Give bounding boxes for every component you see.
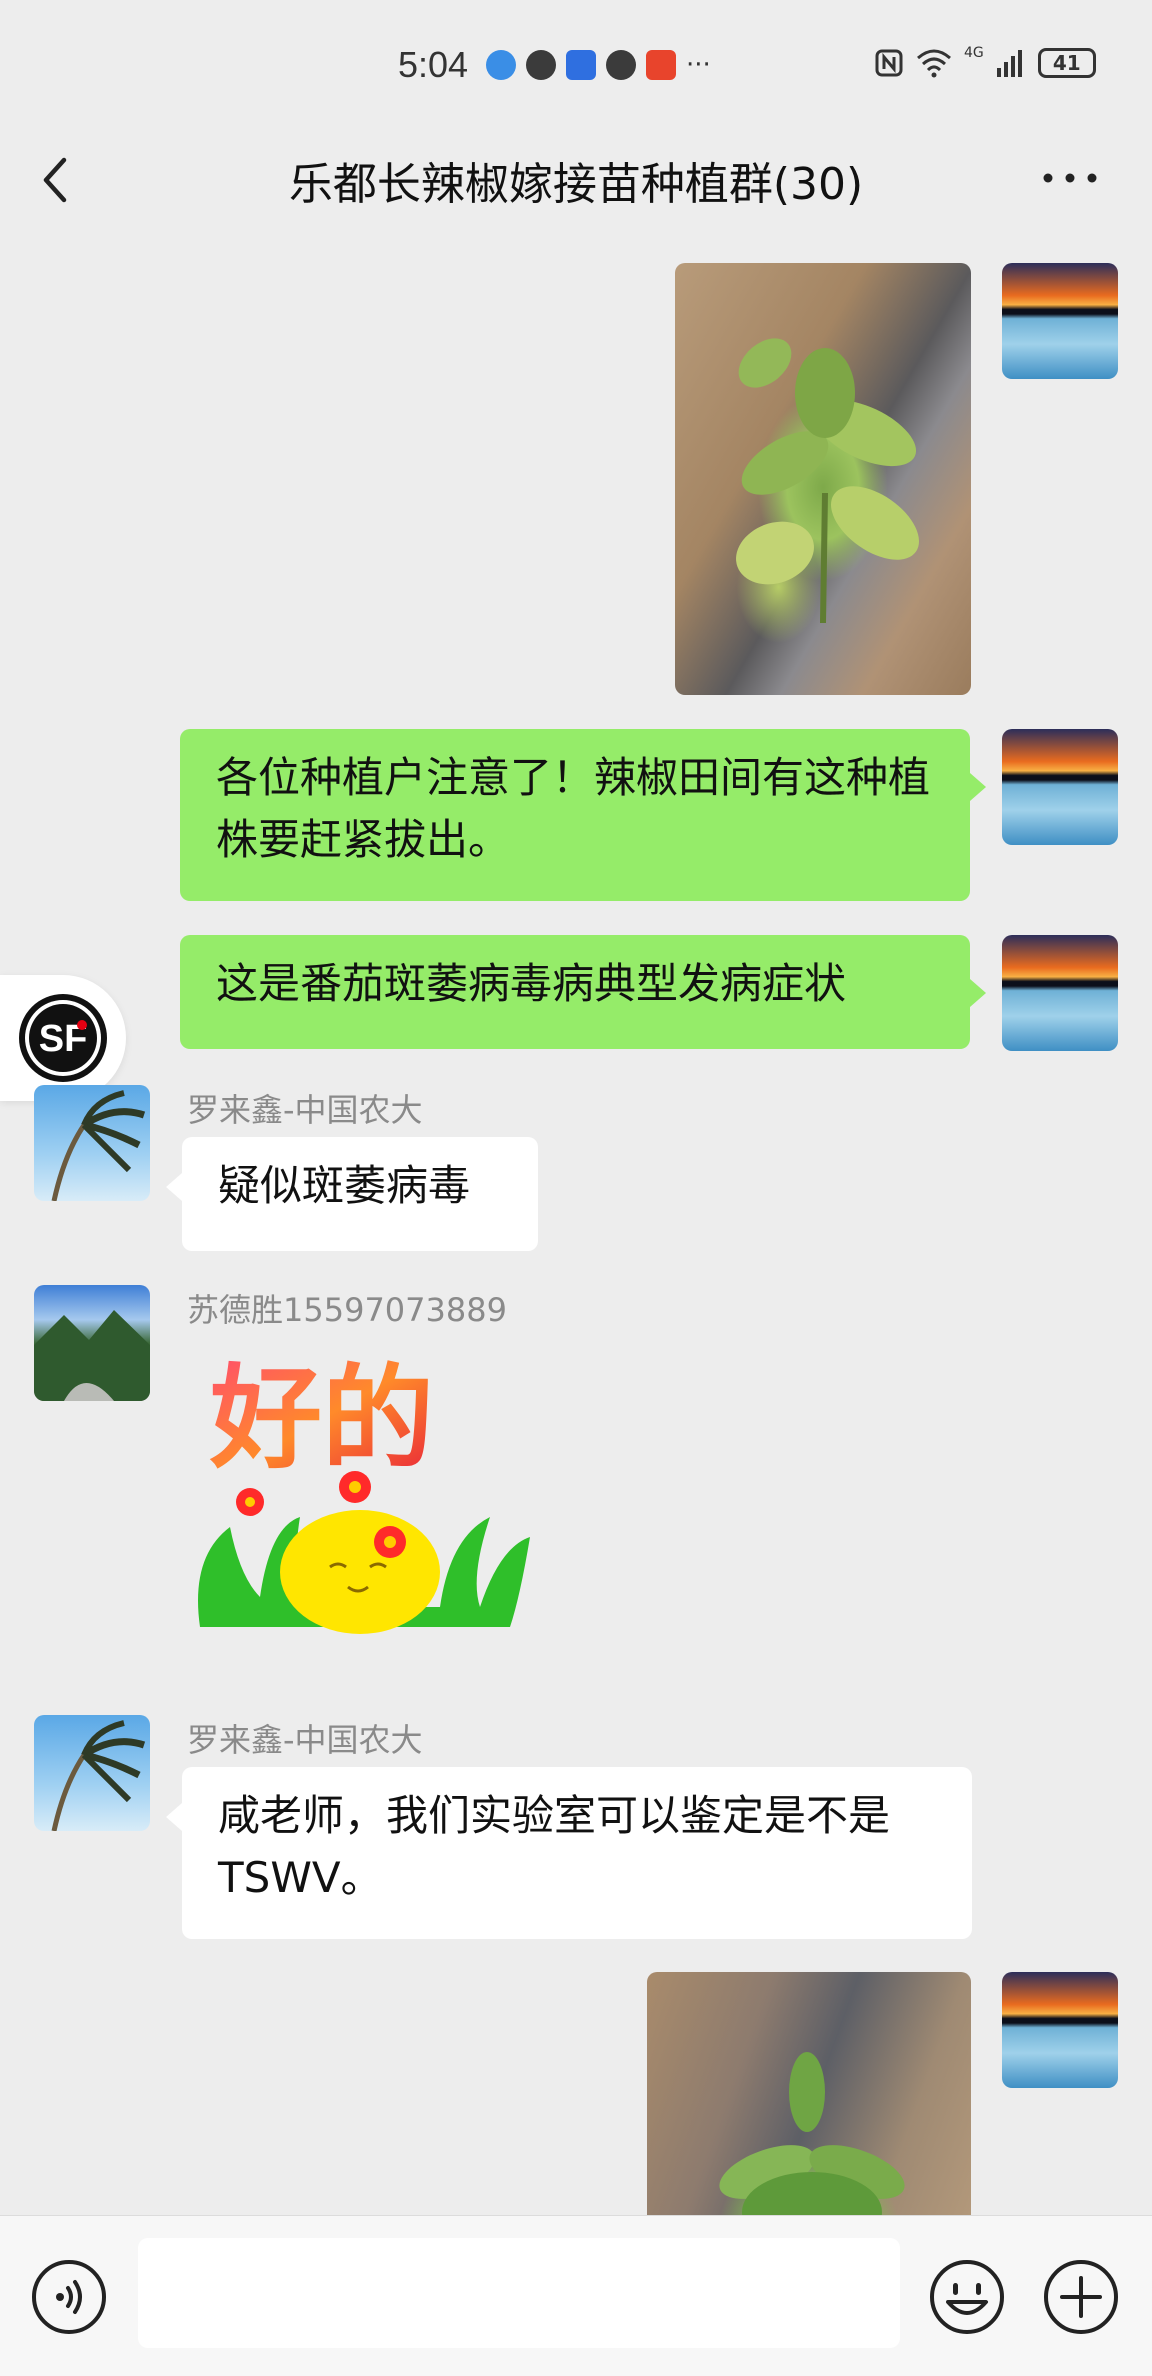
message-text: 各位种植户注意了！辣椒田间有这种植株要赶紧拔出。 [216,753,931,864]
sticker-okay[interactable]: 好的 [190,1337,530,1637]
sender-avatar[interactable] [34,1285,150,1401]
message-bubble[interactable]: 这是番茄斑萎病毒病典型发病症状 [180,935,970,1049]
wifi-icon [917,49,951,78]
notification-icons: ··· [486,50,711,80]
chat-image[interactable] [675,263,971,695]
system-icons: 4G 41 [874,45,1096,78]
sender-name: 苏德胜15597073889 [187,1291,507,1329]
sender-avatar[interactable] [34,1085,150,1201]
my-avatar[interactable] [1002,935,1118,1051]
emoji-icon[interactable] [928,2258,1006,2336]
plant-illustration [719,2052,905,2215]
bubble-tail [970,979,986,1007]
voice-input-icon[interactable] [30,2258,108,2336]
bubble-tail [970,773,986,801]
my-avatar[interactable] [1002,263,1118,379]
browser-icon [486,50,516,80]
sticker-graphic: 好的 [198,1354,530,1634]
chat-header: 乐都长辣椒嫁接苗种植群(30) [0,110,1152,245]
message-input[interactable] [138,2238,900,2348]
more-options-icon[interactable] [1040,168,1100,188]
plus-icon[interactable] [1042,2258,1120,2336]
my-avatar[interactable] [1002,1972,1118,2088]
battery-indicator: 41 [1037,48,1096,78]
bubble-tail [166,1173,182,1201]
my-avatar[interactable] [1002,729,1118,845]
input-bar [0,2215,1152,2376]
bubble-tail [166,1803,182,1831]
wechat-icon [526,50,556,80]
status-time: 5:04 [398,44,469,85]
sender-name: 罗来鑫-中国农大 [187,1721,423,1759]
sender-avatar[interactable] [34,1715,150,1831]
message-list[interactable]: SF 各位种植户注意了！辣椒田间有这种植株要赶紧拔出。 这是番茄斑萎病毒病典型发… [0,245,1152,2215]
palm-tree-illustration [51,1090,146,1201]
network-type: 4G [964,45,984,61]
message-bubble[interactable]: 咸老师，我们实验室可以鉴定是不是 TSWV。 [182,1767,972,1939]
sf-express-icon: SF [19,994,107,1082]
sf-express-floating-button[interactable]: SF [0,975,126,1101]
plant-illustration [736,338,919,624]
message-text: 疑似斑萎病毒 [218,1161,471,1210]
nfc-icon [875,49,903,77]
sender-name: 罗来鑫-中国农大 [187,1091,423,1129]
message-bubble[interactable]: 疑似斑萎病毒 [182,1137,538,1251]
message-text: 这是番茄斑萎病毒病典型发病症状 [216,959,847,1008]
taobao-icon [646,50,676,80]
chat-title: 乐都长辣椒嫁接苗种植群(30) [288,159,864,210]
status-bar: 5:04 ··· 4G 41 [0,0,1152,110]
signal-icon [996,50,1022,77]
message-icon [606,50,636,80]
message-bubble[interactable]: 各位种植户注意了！辣椒田间有这种植株要赶紧拔出。 [180,729,970,901]
app-icon [566,50,596,80]
more-notifications-icon: ··· [686,50,711,80]
message-text: 咸老师，我们实验室可以鉴定是不是 TSWV。 [218,1791,891,1902]
chat-image[interactable] [647,1972,971,2215]
svg-text:好的: 好的 [209,1354,434,1484]
mountain-landscape-illustration [34,1310,150,1401]
palm-tree-illustration [51,1720,146,1831]
